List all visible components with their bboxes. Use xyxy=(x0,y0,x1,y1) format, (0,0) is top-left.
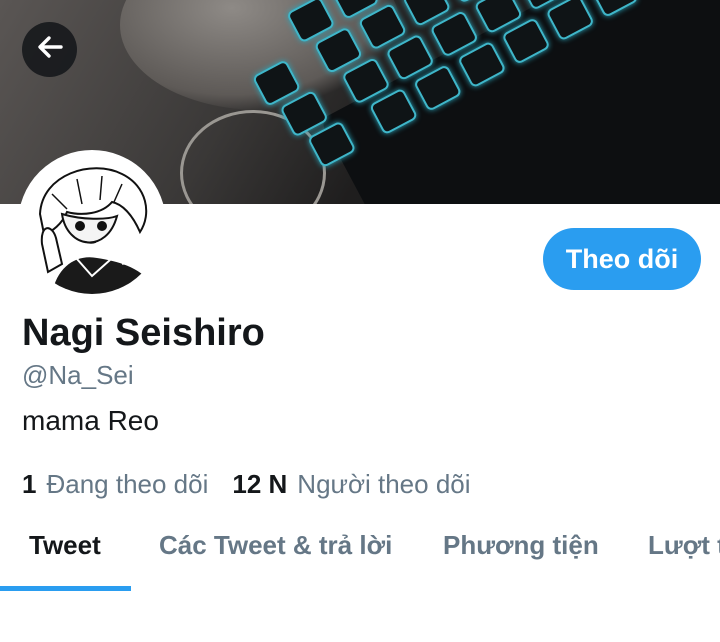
profile-handle: @Na_Sei xyxy=(22,360,134,390)
profile-bio: mama Reo xyxy=(22,405,159,436)
following-link[interactable]: 1 Đang theo dõi xyxy=(22,469,208,500)
followers-label: Người theo dõi xyxy=(297,469,471,499)
following-label: Đang theo dõi xyxy=(46,469,209,499)
arrow-left-icon xyxy=(35,32,65,67)
avatar[interactable] xyxy=(18,150,166,298)
follow-button[interactable]: Theo dõi xyxy=(543,228,701,290)
tab-tweets-replies[interactable]: Các Tweet & trả lời xyxy=(159,530,392,561)
profile-name: Nagi Seishiro xyxy=(22,312,265,354)
followers-count: 12 N xyxy=(232,469,288,499)
tab-tweets[interactable]: Tweet xyxy=(29,530,101,561)
tab-likes[interactable]: Lượt t xyxy=(648,530,720,561)
followers-link[interactable]: 12 N Người theo dõi xyxy=(232,469,470,500)
following-count: 1 xyxy=(22,469,37,499)
profile-tabs: Tweet Các Tweet & trả lời Phương tiện Lư… xyxy=(0,522,720,592)
banner-keyboard-shape xyxy=(251,0,720,204)
active-tab-indicator xyxy=(0,586,131,591)
profile-stats: 1 Đang theo dõi 12 N Người theo dõi xyxy=(22,469,471,500)
tab-media[interactable]: Phương tiện xyxy=(443,530,599,561)
back-button[interactable] xyxy=(22,22,77,77)
